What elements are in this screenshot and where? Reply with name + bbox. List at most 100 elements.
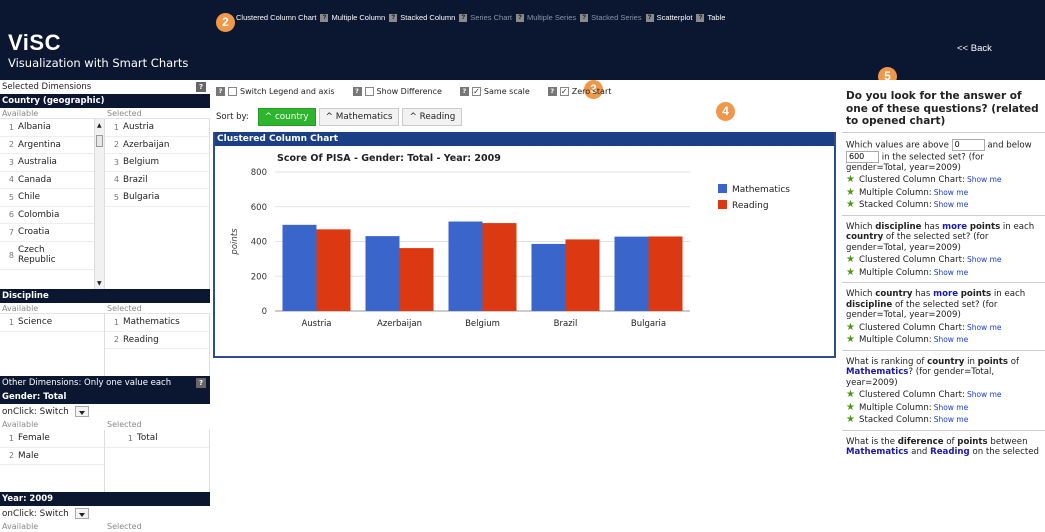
help-icon[interactable]: ? <box>459 13 468 22</box>
show-me-link[interactable]: Show me <box>934 403 969 414</box>
chevron-down-icon[interactable] <box>74 406 89 417</box>
show-me-link[interactable]: Show me <box>967 175 1002 186</box>
nav-stacked-series: ? Stacked Series <box>580 13 642 22</box>
same-scale-option[interactable]: ? ✓ Same scale <box>459 87 530 96</box>
y-tick-label: 400 <box>251 238 267 248</box>
zero-start-option[interactable]: ? ✓ Zero start <box>547 87 611 96</box>
list-item[interactable]: 2 Reading <box>105 332 209 349</box>
legend-swatch <box>718 200 727 209</box>
answer-row: ★ Clustered Column Chart: Show me <box>846 174 1002 186</box>
list-item[interactable]: 1 Mathematics <box>105 314 209 332</box>
help-icon[interactable]: ? <box>515 13 524 22</box>
star-icon: ★ <box>846 389 855 400</box>
nav-table[interactable]: ? Table <box>696 13 725 22</box>
star-icon: ★ <box>846 414 855 425</box>
help-icon[interactable]: ? <box>320 13 329 22</box>
country-columns-header: Available Selected <box>0 108 210 119</box>
list-item[interactable]: 1 Total <box>105 430 209 448</box>
list-item[interactable]: 2 Argentina <box>0 137 104 154</box>
show-me-link[interactable]: Show me <box>934 188 969 199</box>
country-available-list[interactable]: 1 Albania 2 Argentina 3 Australia 4 Canada 5… <box>0 119 105 289</box>
gender-selected-list[interactable]: 1 Total <box>105 430 210 492</box>
list-item[interactable]: 1 Albania <box>0 119 104 137</box>
y-tick-label: 0 <box>262 307 267 317</box>
show-difference-option[interactable]: ? Show Difference <box>352 87 442 96</box>
list-item[interactable]: 1 Science <box>0 314 104 332</box>
help-icon[interactable]: ? <box>196 82 206 92</box>
gender-columns-header: Available Selected <box>2 420 142 429</box>
list-item[interactable]: 3 Australia <box>0 154 104 172</box>
nav-scatterplot[interactable]: ? Scatterplot <box>645 13 692 22</box>
other-dimensions-header: Other Dimensions: Only one value each ? <box>0 376 210 390</box>
discipline-selected-list[interactable]: 1 Mathematics 2 Reading <box>105 314 210 376</box>
sort-reading-button[interactable]: ^ Reading <box>402 108 463 126</box>
show-me-link[interactable]: Show me <box>967 390 1002 401</box>
list-item[interactable]: 6 Colombia <box>0 207 104 224</box>
gender-lists: 1 Female 2 Male 1 Total <box>0 430 210 492</box>
star-icon: ★ <box>846 186 855 198</box>
bar-mathematics-bulgaria <box>614 236 649 311</box>
switch-legend-option[interactable]: ? Switch Legend and axis <box>216 87 335 96</box>
chevron-down-icon[interactable] <box>74 508 89 519</box>
list-item[interactable]: 1 Austria <box>105 119 209 137</box>
bar-reading-azerbaijan <box>399 248 434 311</box>
x-tick-label: Bulgaria <box>631 319 666 329</box>
show-me-link[interactable]: Show me <box>967 255 1002 266</box>
help-icon[interactable]: ? <box>196 378 206 388</box>
show-me-link[interactable]: Show me <box>967 323 1002 334</box>
nav-clustered-column[interactable]: Clustered Column Chart <box>236 13 316 22</box>
star-icon: ★ <box>846 174 855 185</box>
app-logo: ViSC <box>8 30 61 55</box>
gender-available-list[interactable]: 1 Female 2 Male <box>0 430 105 492</box>
show-me-link[interactable]: Show me <box>934 415 969 426</box>
scrollbar[interactable]: ▲ ▼ <box>94 119 104 289</box>
list-item[interactable]: 3 Belgium <box>105 154 209 172</box>
list-item[interactable]: 1 Female <box>0 430 104 448</box>
lower-bound-input[interactable] <box>951 138 985 151</box>
discipline-columns-header: Available Selected <box>0 303 210 314</box>
question-discipline-more-points: Which discipline has more points in each… <box>842 214 1045 283</box>
switch-legend-checkbox[interactable] <box>228 87 237 96</box>
list-item[interactable]: 4 Canada <box>0 172 104 189</box>
scroll-down-icon[interactable]: ▼ <box>97 280 102 287</box>
help-icon[interactable]: ? <box>389 13 398 22</box>
help-icon[interactable]: ? <box>459 87 469 96</box>
list-item[interactable]: 4 Brazil <box>105 172 209 189</box>
country-selected-list[interactable]: 1 Austria 2 Azerbaijan 3 Belgium 4 Brazil 5B… <box>105 119 210 289</box>
questions-panel: Do you look for the answer of one of the… <box>842 80 1045 527</box>
upper-bound-input[interactable] <box>846 150 879 163</box>
sort-mathematics-button[interactable]: ^ Mathematics <box>318 108 400 126</box>
gender-onclick-select[interactable]: onClick: Switch <box>0 404 210 419</box>
show-me-link[interactable]: Show me <box>934 335 969 346</box>
legend-label: Reading <box>732 201 769 211</box>
help-icon[interactable]: ? <box>216 87 225 96</box>
nav-multiple-column[interactable]: ? Multiple Column <box>320 13 385 22</box>
show-me-link[interactable]: Show me <box>934 268 969 279</box>
help-icon[interactable]: ? <box>645 13 654 22</box>
show-difference-checkbox[interactable] <box>364 87 374 96</box>
show-me-link[interactable]: Show me <box>934 200 969 211</box>
discipline-available-list[interactable]: 1 Science <box>0 314 105 376</box>
back-link[interactable]: << Back <box>957 43 992 54</box>
list-item[interactable]: 5 Chile <box>0 189 104 207</box>
nav-series-chart: ? Series Chart <box>459 13 512 22</box>
list-item[interactable]: 7 Croatia <box>0 224 104 242</box>
answer-row: ★ Multiple Column: Show me <box>846 334 969 346</box>
list-item[interactable]: 5 Bulgaria <box>105 189 209 207</box>
nav-stacked-column[interactable]: ? Stacked Column <box>389 13 455 22</box>
list-item[interactable]: 8 Czech Republic <box>0 242 104 270</box>
zero-start-checkbox[interactable]: ✓ <box>559 87 569 96</box>
help-icon[interactable]: ? <box>696 13 705 22</box>
list-item[interactable]: 2 Male <box>0 448 104 465</box>
sort-country-button[interactable]: ^ country <box>257 108 316 126</box>
answer-row: ★ Multiple Column: Show me <box>846 186 969 199</box>
scroll-up-icon[interactable]: ▲ <box>97 122 102 129</box>
same-scale-checkbox[interactable]: ✓ <box>471 87 481 96</box>
scroll-thumb[interactable] <box>96 135 103 147</box>
year-onclick-select[interactable]: onClick: Switch <box>0 506 210 521</box>
help-icon[interactable]: ? <box>580 13 589 22</box>
help-icon[interactable]: ? <box>547 87 557 96</box>
list-item[interactable]: 2 Azerbaijan <box>105 137 209 154</box>
help-icon[interactable]: ? <box>352 87 362 96</box>
bar-reading-belgium <box>482 223 517 311</box>
